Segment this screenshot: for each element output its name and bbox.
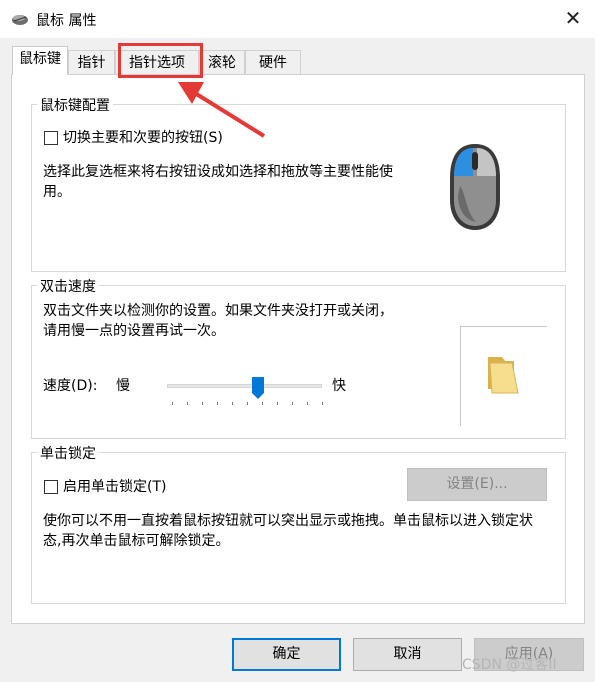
annotation-highlight-box bbox=[118, 43, 203, 78]
tab-label: 鼠标键 bbox=[19, 51, 61, 67]
slider-tick bbox=[247, 402, 248, 405]
slider-tick bbox=[322, 402, 323, 405]
close-button[interactable]: ✕ bbox=[562, 6, 584, 30]
click-lock-label[interactable]: 启用单击锁定(T) bbox=[63, 477, 166, 497]
tab-hardware[interactable]: 硬件 bbox=[245, 50, 301, 74]
speed-slider-thumb[interactable] bbox=[251, 376, 265, 404]
slider-tick bbox=[307, 402, 308, 405]
slider-tick bbox=[292, 402, 293, 405]
speed-slider-track[interactable] bbox=[167, 384, 322, 388]
slider-tick bbox=[277, 402, 278, 405]
watermark: CSDN @过客II bbox=[462, 657, 557, 673]
annotation-arrow-icon bbox=[176, 78, 268, 144]
button-config-description: 选择此复选框来将右按钮设成如选择和拖放等主要性能使用。 bbox=[43, 164, 393, 200]
slow-label: 慢 bbox=[116, 378, 130, 394]
fast-label: 快 bbox=[332, 378, 346, 394]
double-click-description: 双击文件夹以检测你的设置。如果文件夹没打开或关闭，请用慢一点的设置再试一次。 bbox=[43, 303, 393, 339]
slider-tick bbox=[172, 402, 173, 405]
click-lock-checkbox[interactable] bbox=[44, 480, 58, 494]
speed-label: 速度(D): bbox=[43, 378, 98, 394]
slider-tick bbox=[262, 402, 263, 405]
tab-pointers[interactable]: 指针 bbox=[68, 50, 115, 74]
slider-tick bbox=[232, 402, 233, 405]
mouse-app-icon bbox=[11, 12, 29, 30]
speed-slider-ticks bbox=[172, 402, 323, 406]
test-folder-icon[interactable] bbox=[484, 353, 522, 399]
click-lock-description: 使你可以不用一直按着鼠标按钮就可以突出显示或拖拽。单击鼠标以进入锁定状态,再次单… bbox=[43, 513, 533, 549]
tab-label: 硬件 bbox=[259, 55, 287, 71]
tab-label: 指针 bbox=[77, 55, 106, 71]
test-area-border bbox=[460, 326, 461, 426]
tab-wheel[interactable]: 滚轮 bbox=[199, 50, 245, 74]
button-config-legend: 鼠标键配置 bbox=[37, 95, 113, 115]
click-lock-settings-button[interactable]: 设置(E)... bbox=[407, 468, 547, 501]
cancel-button[interactable]: 取消 bbox=[353, 638, 462, 671]
tab-label: 滚轮 bbox=[208, 55, 236, 71]
ok-button[interactable]: 确定 bbox=[232, 638, 341, 671]
slider-tick bbox=[187, 402, 188, 405]
slider-tick bbox=[217, 402, 218, 405]
test-area-border bbox=[460, 326, 547, 327]
window-title: 鼠标 属性 bbox=[36, 13, 97, 29]
tab-buttons[interactable]: 鼠标键 bbox=[12, 46, 68, 75]
switch-buttons-checkbox[interactable] bbox=[44, 131, 58, 145]
close-icon: ✕ bbox=[564, 6, 582, 30]
double-click-legend: 双击速度 bbox=[37, 276, 99, 296]
click-lock-legend: 单击锁定 bbox=[37, 443, 99, 463]
mouse-illustration-icon bbox=[446, 142, 504, 236]
slider-tick bbox=[202, 402, 203, 405]
